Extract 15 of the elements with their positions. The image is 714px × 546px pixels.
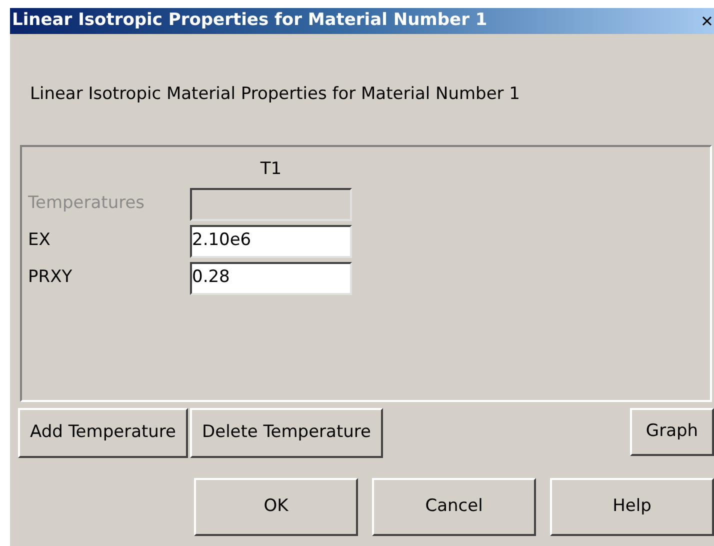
graph-button[interactable]: Graph	[630, 408, 714, 456]
dialog-heading: Linear Isotropic Material Properties for Material Number 1	[30, 84, 520, 104]
value-field[interactable]: 2.10e6	[190, 224, 352, 258]
close-icon[interactable]	[702, 15, 712, 27]
property-label: EX	[28, 230, 50, 250]
dialog-button[interactable]: Cancel	[372, 478, 536, 536]
value-field[interactable]: 0.28	[190, 262, 352, 294]
temperature-button[interactable]: Add Temperature	[18, 408, 188, 458]
temperature-button[interactable]: Delete Temperature	[190, 408, 383, 458]
window-title: Linear Isotropic Properties for Material Number 1	[12, 9, 488, 32]
property-label: PRXY	[28, 267, 72, 288]
dialog-button[interactable]: OK	[194, 478, 358, 536]
property-label: Temperatures	[28, 193, 145, 214]
column-header: T1	[260, 158, 282, 181]
dialog-button[interactable]: Help	[550, 478, 714, 536]
